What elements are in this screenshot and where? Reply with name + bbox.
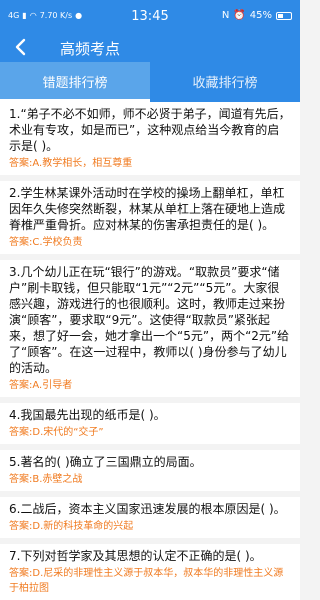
- question-item[interactable]: 1.“弟子不必不如师，师不必贤于弟子，闻道有先后，术业有专攻，如是而已”，这种观…: [0, 102, 300, 175]
- chevron-left-icon: [15, 38, 26, 56]
- question-text: 6.二战后，资本主义国家迅速发展的根本原因是( )。: [9, 502, 286, 516]
- alarm-icon: ⏰: [233, 10, 246, 21]
- question-item[interactable]: 2.学生林某课外活动时在学校的操场上翻单杠，单杠因年久失修突然断裂，林某从单杠上…: [0, 181, 300, 254]
- question-text: 1.“弟子不必不如师，师不必贤于弟子，闻道有先后，术业有专攻，如是而已”，这种观…: [9, 107, 291, 153]
- question-text: 4.我国最先出现的纸币是( )。: [9, 408, 166, 422]
- question-text: 5.著名的( )确立了三国鼎立的局面。: [9, 455, 202, 469]
- back-button[interactable]: [10, 36, 32, 58]
- question-item[interactable]: 3.几个幼儿正在玩“银行”的游戏。“取款员”要求“储户”刷卡取钱，但只能取“1元…: [0, 260, 300, 397]
- question-item[interactable]: 7.下列对哲学家及其思想的认定不正确的是( )。 答案:D.尼采的非理性主义源于…: [0, 544, 300, 600]
- question-item[interactable]: 5.著名的( )确立了三国鼎立的局面。 答案:B.赤壁之战: [0, 450, 300, 491]
- status-right: N ⏰ 45%: [222, 10, 292, 21]
- question-text: 2.学生林某课外活动时在学校的操场上翻单杠，单杠因年久失修突然断裂，林某从单杠上…: [9, 186, 286, 232]
- tab-favorites-ranking[interactable]: 收藏排行榜: [150, 62, 300, 102]
- question-item[interactable]: 6.二战后，资本主义国家迅速发展的根本原因是( )。 答案:D.新的科技革命的兴…: [0, 497, 300, 538]
- question-answer: 答案:D.尼采的非理性主义源于叔本华，叔本华的非理性主义源于柏拉图: [9, 568, 284, 594]
- tab-bar: 错题排行榜 收藏排行榜: [0, 62, 300, 102]
- battery-text: 45%: [249, 10, 272, 21]
- question-answer: 答案:D.宋代的“交子”: [9, 427, 104, 438]
- page-title: 高频考点: [60, 40, 121, 58]
- tab-wrong-ranking[interactable]: 错题排行榜: [0, 62, 150, 102]
- question-list[interactable]: 1.“弟子不必不如师，师不必贤于弟子，闻道有先后，术业有专攻，如是而已”，这种观…: [0, 102, 300, 600]
- question-item[interactable]: 4.我国最先出现的纸币是( )。 答案:D.宋代的“交子”: [0, 403, 300, 444]
- question-answer: 答案:B.赤壁之战: [9, 474, 83, 485]
- battery-icon: [276, 11, 292, 20]
- question-answer: 答案:A.引导者: [9, 380, 73, 391]
- question-answer: 答案:A.教学相长，相互尊重: [9, 158, 133, 169]
- question-text: 3.几个幼儿正在玩“银行”的游戏。“取款员”要求“储户”刷卡取钱，但只能取“1元…: [9, 265, 290, 375]
- nav-bar: 高频考点: [0, 34, 300, 62]
- nfc-icon: N: [221, 10, 230, 21]
- battery-fill: [278, 13, 284, 18]
- status-bar: 4G ▮ ◠ 7.70 K/s ● 13:45 N ⏰ 45%: [0, 0, 300, 34]
- question-answer: 答案:C.学校负责: [9, 237, 83, 248]
- question-answer: 答案:D.新的科技革命的兴起: [9, 521, 134, 532]
- question-text: 7.下列对哲学家及其思想的认定不正确的是( )。: [9, 549, 262, 563]
